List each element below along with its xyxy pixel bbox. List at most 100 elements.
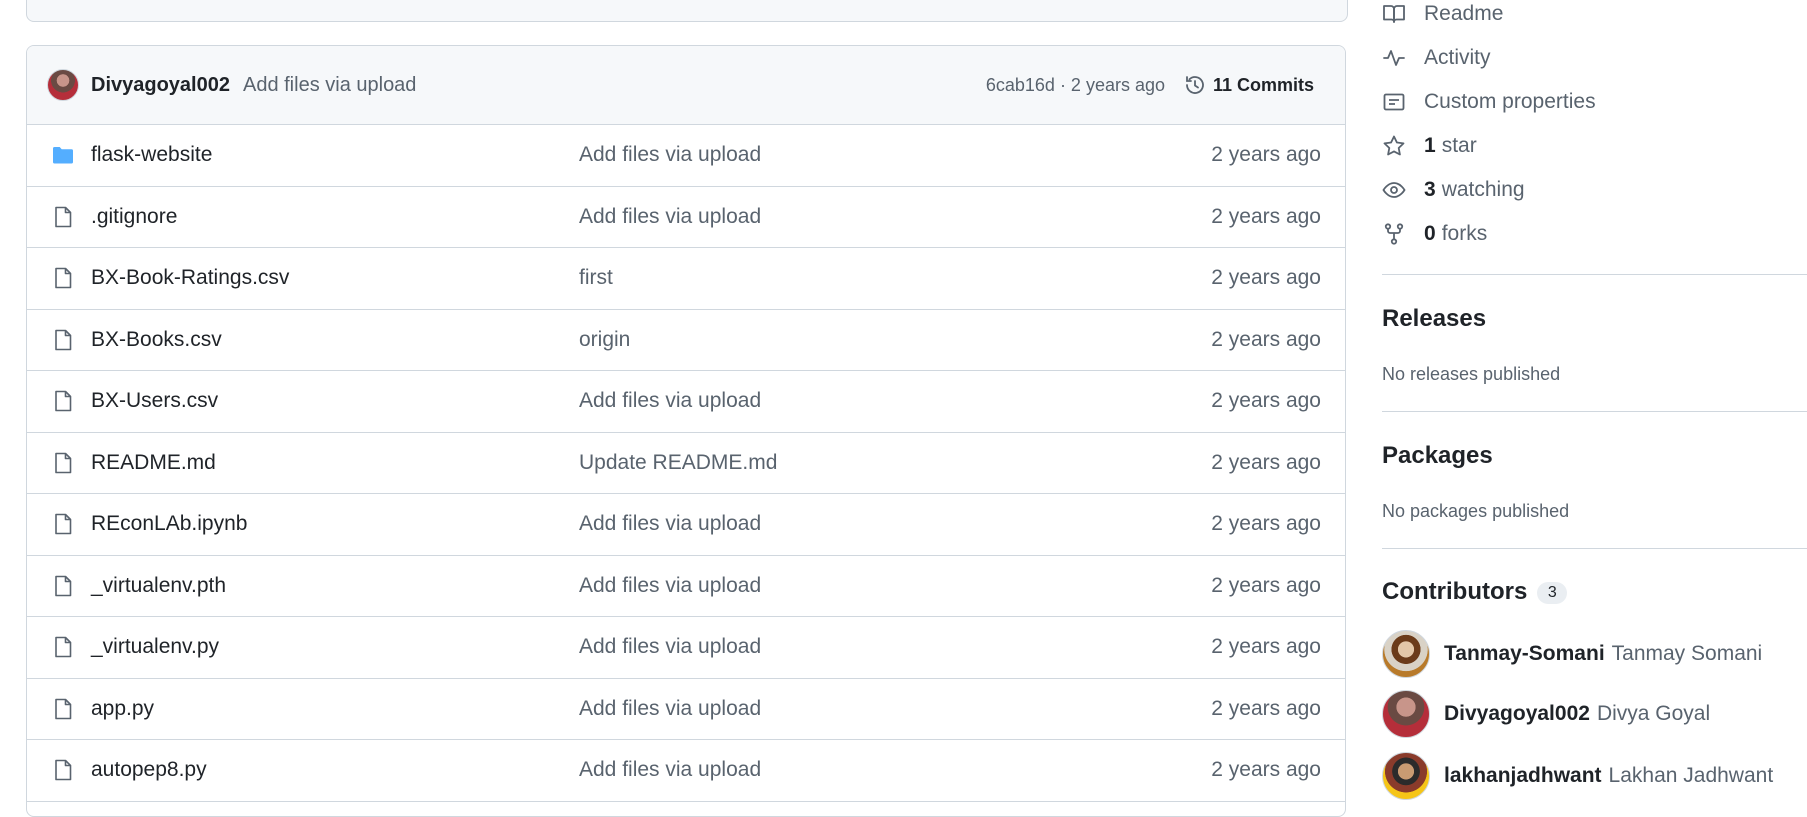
contributor-name: Lakhan Jadhwant bbox=[1608, 764, 1774, 787]
watchers-link[interactable]: 3 watching bbox=[1382, 178, 1525, 202]
watching-count: 3 bbox=[1424, 178, 1436, 201]
commit-message-link[interactable]: first bbox=[579, 266, 613, 290]
file-name-link[interactable]: BX-Users.csv bbox=[91, 389, 218, 413]
contributor-login[interactable]: Divyagoyal002 bbox=[1444, 702, 1590, 726]
table-row[interactable]: BX-Books.csv origin 2 years ago bbox=[27, 310, 1345, 371]
contributor-item[interactable]: Tanmay-Somani Tanmay Somani bbox=[1382, 630, 1762, 678]
commit-author-link[interactable]: Divyagoyal002 bbox=[91, 74, 230, 97]
pulse-icon bbox=[1383, 50, 1405, 66]
file-name-link[interactable]: BX-Book-Ratings.csv bbox=[91, 266, 289, 290]
commit-message-link[interactable]: Add files via upload bbox=[579, 143, 761, 167]
activity-label: Activity bbox=[1424, 46, 1491, 69]
table-row[interactable]: _virtualenv.py Add files via upload 2 year… bbox=[27, 617, 1345, 679]
file-icon bbox=[51, 328, 75, 352]
commit-message-link[interactable]: Add files via upload bbox=[579, 512, 761, 536]
commit-message-link[interactable]: Add files via upload bbox=[579, 635, 761, 659]
stars-label: star bbox=[1441, 134, 1477, 157]
divider bbox=[1382, 411, 1807, 412]
last-updated-time: 2 years ago bbox=[1211, 266, 1321, 290]
note-icon bbox=[1383, 93, 1405, 111]
table-row[interactable]: README.md Update README.md 2 years ago bbox=[27, 433, 1345, 494]
table-row[interactable]: REconLAb.ipynb Add files via upload 2 year… bbox=[27, 494, 1345, 556]
file-name-link[interactable]: README.md bbox=[91, 451, 216, 475]
file-name-link[interactable]: _virtualenv.py bbox=[91, 635, 219, 659]
fork-icon bbox=[1384, 223, 1404, 245]
forks-count: 0 bbox=[1424, 222, 1436, 245]
file-name-link[interactable]: REconLAb.ipynb bbox=[91, 512, 247, 536]
file-icon bbox=[51, 451, 75, 475]
custom-properties-label: Custom properties bbox=[1424, 90, 1596, 113]
commit-message-link[interactable]: Add files via upload bbox=[579, 758, 761, 782]
previous-panel bbox=[26, 0, 1348, 22]
contributor-item[interactable]: Divyagoyal002 Divya Goyal bbox=[1382, 690, 1710, 738]
book-icon bbox=[1383, 5, 1405, 23]
avatar[interactable] bbox=[1382, 752, 1430, 800]
last-updated-time: 2 years ago bbox=[1211, 758, 1321, 782]
file-name-link[interactable]: BX-Books.csv bbox=[91, 328, 222, 352]
star-icon bbox=[1383, 135, 1405, 156]
commit-message-link[interactable]: Add files via upload bbox=[579, 205, 761, 229]
last-updated-time: 2 years ago bbox=[1211, 389, 1321, 413]
last-updated-time: 2 years ago bbox=[1211, 696, 1321, 720]
file-icon bbox=[51, 635, 75, 659]
file-icon bbox=[51, 758, 75, 782]
file-icon bbox=[51, 205, 75, 229]
releases-heading[interactable]: Releases bbox=[1382, 305, 1486, 333]
releases-empty-text: No releases published bbox=[1382, 364, 1561, 384]
contributor-login[interactable]: Tanmay-Somani bbox=[1444, 642, 1605, 666]
commit-message-link[interactable]: Update README.md bbox=[579, 451, 777, 475]
table-row[interactable]: app.py Add files via upload 2 years ago bbox=[27, 679, 1345, 740]
divider bbox=[1382, 274, 1807, 275]
forks-link[interactable]: 0 forks bbox=[1382, 222, 1487, 246]
last-updated-time: 2 years ago bbox=[1211, 204, 1321, 228]
commits-history-link[interactable]: 11 Commits bbox=[1183, 73, 1314, 97]
file-icon bbox=[51, 512, 75, 536]
contributors-heading[interactable]: Contributors 3 bbox=[1382, 578, 1568, 606]
divider bbox=[1382, 548, 1807, 549]
avatar[interactable] bbox=[1382, 690, 1430, 738]
file-icon bbox=[51, 266, 75, 290]
avatar[interactable] bbox=[47, 69, 79, 101]
file-name-link[interactable]: _virtualenv.pth bbox=[91, 574, 226, 598]
packages-heading[interactable]: Packages bbox=[1382, 442, 1493, 470]
commits-count-label: 11 Commits bbox=[1212, 74, 1314, 95]
commit-message-link[interactable]: Add files via upload bbox=[579, 574, 761, 598]
history-icon bbox=[1186, 76, 1204, 94]
packages-empty-text: No packages published bbox=[1382, 501, 1570, 521]
stars-link[interactable]: 1 star bbox=[1382, 134, 1477, 158]
file-name-link[interactable]: autopep8.py bbox=[91, 758, 207, 782]
table-row[interactable]: flask-website Add files via upload 2 years… bbox=[27, 125, 1345, 187]
table-row[interactable]: BX-Users.csv Add files via upload 2 years … bbox=[27, 371, 1345, 433]
last-updated-time: 2 years ago bbox=[1211, 143, 1321, 167]
avatar[interactable] bbox=[1382, 630, 1430, 678]
activity-link[interactable]: Activity bbox=[1382, 46, 1491, 70]
commit-sha-and-time[interactable]: 6cab16d · 2 years ago bbox=[986, 75, 1165, 96]
contributors-title: Contributors bbox=[1382, 578, 1528, 605]
watching-label: watching bbox=[1441, 178, 1525, 201]
readme-link[interactable]: Readme bbox=[1382, 2, 1503, 26]
file-name-link[interactable]: app.py bbox=[91, 697, 154, 721]
table-row[interactable]: _virtualenv.pth Add files via upload 2 yea… bbox=[27, 556, 1345, 617]
commit-message-link[interactable]: Add files via upload bbox=[579, 697, 761, 721]
file-icon bbox=[51, 574, 75, 598]
last-updated-time: 2 years ago bbox=[1211, 450, 1321, 474]
contributor-item[interactable]: lakhanjadhwant Lakhan Jadhwant bbox=[1382, 752, 1773, 800]
table-row[interactable]: .gitignore Add files via upload 2 years ag… bbox=[27, 187, 1345, 248]
file-icon bbox=[51, 697, 75, 721]
custom-properties-link[interactable]: Custom properties bbox=[1382, 90, 1596, 114]
last-updated-time: 2 years ago bbox=[1211, 573, 1321, 597]
folder-icon bbox=[51, 143, 75, 167]
table-row[interactable]: autopep8.py Add files via upload 2 years a… bbox=[27, 740, 1345, 802]
file-name-link[interactable]: flask-website bbox=[91, 143, 212, 167]
contributor-login[interactable]: lakhanjadhwant bbox=[1444, 764, 1602, 788]
eye-icon bbox=[1382, 182, 1406, 198]
commit-message-link[interactable]: Add files via upload bbox=[243, 74, 416, 97]
stars-count: 1 bbox=[1424, 134, 1436, 157]
contributors-counter: 3 bbox=[1537, 581, 1568, 604]
last-updated-time: 2 years ago bbox=[1211, 327, 1321, 351]
contributor-name: Divya Goyal bbox=[1596, 702, 1711, 725]
commit-message-link[interactable]: Add files via upload bbox=[579, 389, 761, 413]
commit-message-link[interactable]: origin bbox=[579, 328, 630, 352]
file-name-link[interactable]: .gitignore bbox=[91, 205, 177, 229]
table-row[interactable]: BX-Book-Ratings.csv first 2 years ago bbox=[27, 248, 1345, 310]
